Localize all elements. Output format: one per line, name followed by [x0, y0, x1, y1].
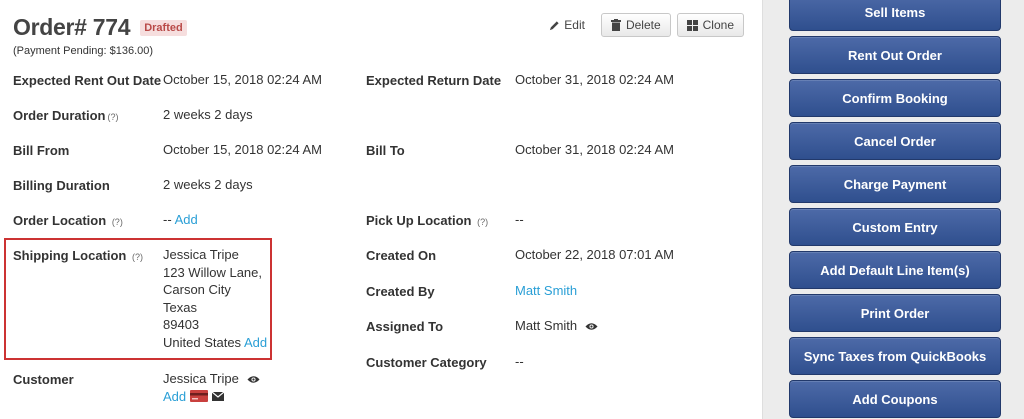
- customer-actions-row: Add: [163, 388, 260, 406]
- pickup-location-label-text: Pick Up Location: [366, 213, 472, 228]
- created-on-value: October 22, 2018 07:01 AM: [515, 247, 674, 262]
- shipping-zip: 89403: [163, 317, 200, 333]
- pickup-location-value: --: [515, 212, 524, 227]
- order-details-panel: Order# 774 Drafted (Payment Pending: $13…: [0, 0, 760, 419]
- customer-value: Jessica Tripe Add: [163, 370, 260, 405]
- order-location-empty: --: [163, 212, 172, 227]
- created-by-label: Created By: [366, 284, 435, 299]
- payment-pending-text: (Payment Pending: $136.00): [13, 45, 154, 57]
- sell-items-button[interactable]: Sell Items: [789, 0, 1001, 31]
- assigned-to-label: Assigned To: [366, 319, 444, 334]
- order-duration-label: Order Duration (?): [13, 108, 118, 123]
- customer-category-label: Customer Category: [366, 355, 487, 370]
- order-location-label: Order Location (?): [13, 213, 123, 228]
- bill-to-label: Bill To: [366, 143, 405, 158]
- eye-icon[interactable]: [246, 375, 260, 384]
- expected-return-label: Expected Return Date: [366, 73, 502, 88]
- sync-taxes-quickbooks-button[interactable]: Sync Taxes from QuickBooks: [789, 337, 1001, 375]
- bill-to-value: October 31, 2018 02:24 AM: [515, 142, 674, 157]
- order-duration-value: 2 weeks 2 days: [163, 107, 253, 122]
- print-order-button[interactable]: Print Order: [789, 294, 1001, 332]
- order-duration-help-icon[interactable]: (?): [107, 112, 118, 122]
- shipping-add-link[interactable]: Add: [244, 335, 267, 350]
- charge-payment-button[interactable]: Charge Payment: [789, 165, 1001, 203]
- order-location-add-link[interactable]: Add: [175, 212, 198, 227]
- shipping-location-label: Shipping Location (?): [13, 248, 143, 263]
- billing-duration-label: Billing Duration: [13, 178, 110, 193]
- order-location-label-text: Order Location: [13, 213, 107, 228]
- assigned-to-value: Matt Smith: [515, 317, 598, 335]
- cancel-order-button[interactable]: Cancel Order: [789, 122, 1001, 160]
- grid-icon: [686, 19, 698, 31]
- shipping-country: United States: [163, 334, 242, 350]
- title-row: Order# 774 Drafted: [13, 14, 187, 41]
- order-actions: Edit Delete Clone: [549, 13, 744, 37]
- clone-button[interactable]: Clone: [676, 13, 744, 37]
- created-by-link[interactable]: Matt Smith: [515, 282, 577, 300]
- assigned-to-name: Matt Smith: [515, 318, 578, 333]
- shipping-address: Jessica Tripe 123 Willow Lane, Carson Ci…: [163, 246, 267, 352]
- delete-label: Delete: [625, 18, 661, 32]
- customer-category-value: --: [515, 354, 524, 369]
- customer-name[interactable]: Jessica Tripe: [163, 371, 239, 386]
- shipping-country-row: United States Add: [163, 334, 267, 352]
- eye-icon[interactable]: [585, 322, 598, 331]
- customer-add-link[interactable]: Add: [163, 388, 186, 406]
- clone-label: Clone: [702, 18, 734, 32]
- bill-from-label: Bill From: [13, 143, 70, 158]
- add-default-line-items-button[interactable]: Add Default Line Item(s): [789, 251, 1001, 289]
- expected-rent-out-value: October 15, 2018 02:24 AM: [163, 72, 322, 87]
- customer-name-row: Jessica Tripe: [163, 370, 260, 388]
- expected-return-value: October 31, 2018 02:24 AM: [515, 72, 674, 87]
- add-coupons-button[interactable]: Add Coupons: [789, 380, 1001, 418]
- pickup-location-help-icon[interactable]: (?): [477, 217, 488, 227]
- order-location-help-icon[interactable]: (?): [112, 217, 123, 227]
- credit-card-icon[interactable]: [190, 390, 209, 403]
- created-on-label: Created On: [366, 248, 437, 263]
- delete-button[interactable]: Delete: [600, 13, 671, 37]
- trash-icon: [610, 19, 621, 31]
- rent-out-order-button[interactable]: Rent Out Order: [789, 36, 1001, 74]
- pickup-location-label: Pick Up Location (?): [366, 213, 488, 228]
- custom-entry-button[interactable]: Custom Entry: [789, 208, 1001, 246]
- shipping-location-help-icon[interactable]: (?): [132, 252, 143, 262]
- order-actions-sidebar: Sell Items Rent Out Order Confirm Bookin…: [762, 0, 1024, 419]
- page-title: Order# 774: [13, 14, 131, 40]
- shipping-state: Texas: [163, 299, 197, 315]
- pencil-icon: [550, 20, 559, 30]
- shipping-city: Carson City: [163, 282, 231, 298]
- confirm-booking-button[interactable]: Confirm Booking: [789, 79, 1001, 117]
- bill-from-value: October 15, 2018 02:24 AM: [163, 142, 322, 157]
- order-duration-label-text: Order Duration: [13, 108, 106, 123]
- order-location-value: -- Add: [163, 211, 198, 229]
- shipping-location-label-text: Shipping Location: [13, 248, 127, 263]
- billing-duration-value: 2 weeks 2 days: [163, 177, 253, 192]
- edit-label: Edit: [564, 18, 585, 32]
- status-badge: Drafted: [140, 19, 187, 36]
- envelope-icon[interactable]: [212, 391, 225, 401]
- expected-rent-out-label: Expected Rent Out Date: [13, 73, 162, 88]
- edit-link[interactable]: Edit: [549, 18, 585, 32]
- shipping-name: Jessica Tripe: [163, 247, 239, 262]
- customer-label: Customer: [13, 372, 74, 387]
- shipping-street: 123 Willow Lane,: [163, 264, 262, 280]
